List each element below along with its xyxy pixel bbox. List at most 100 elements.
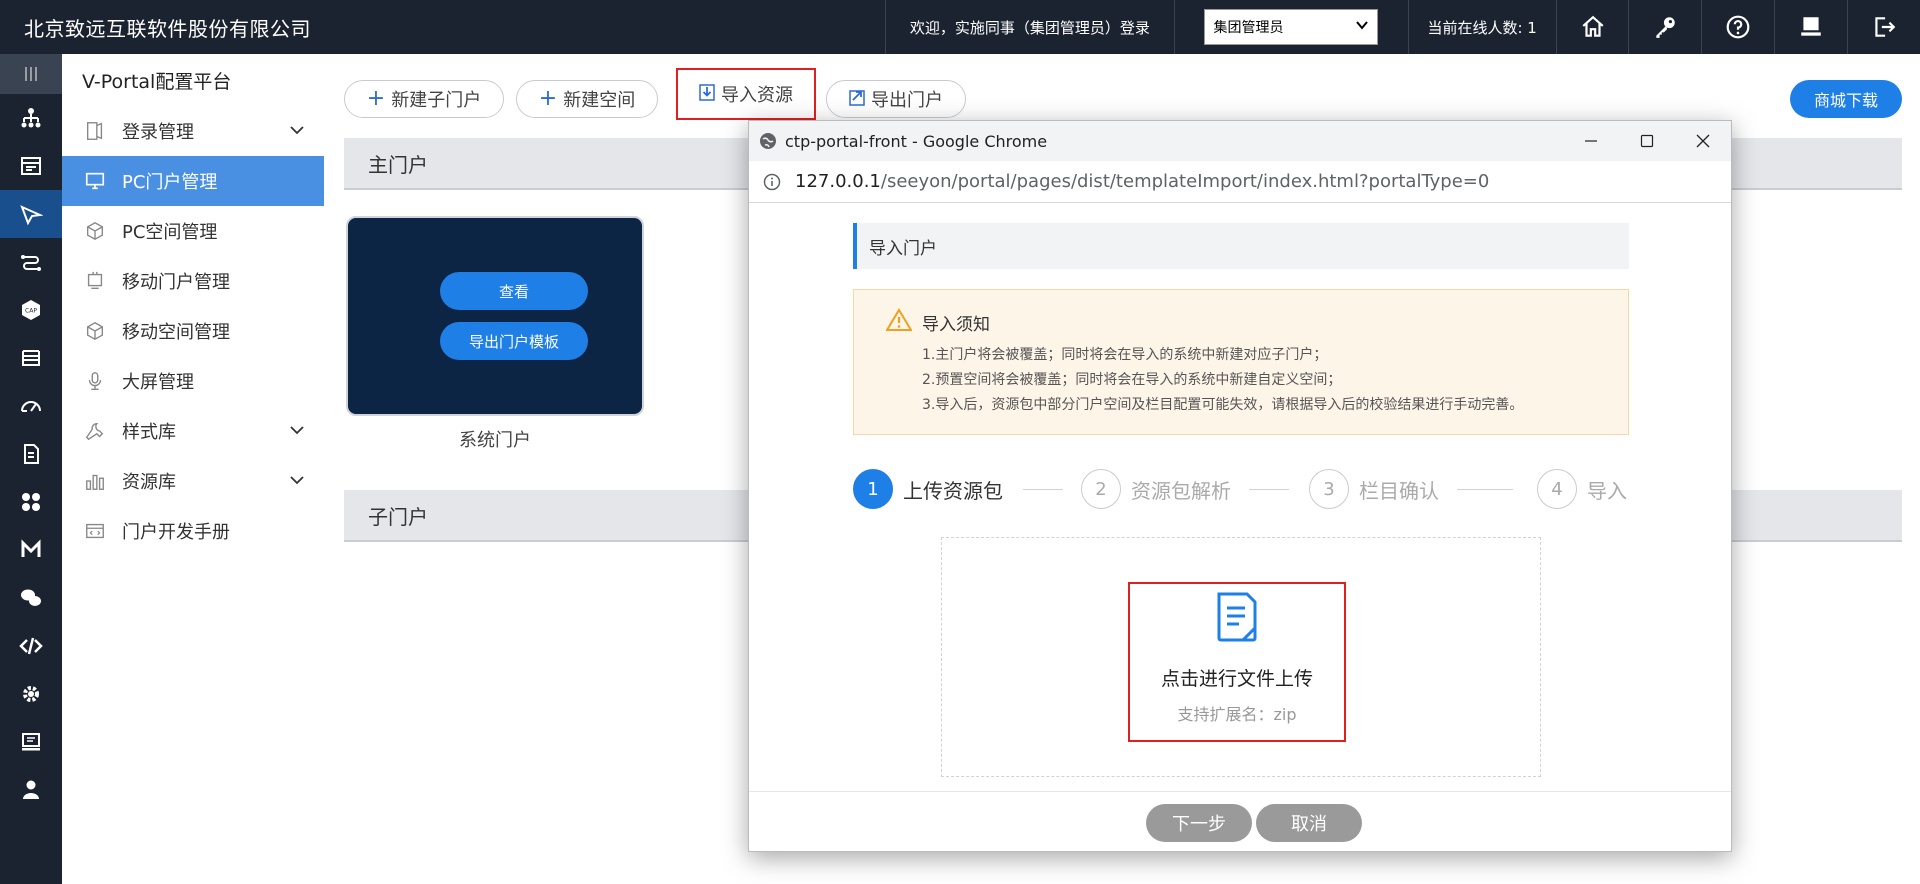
sidebar-item-label: 资源库 xyxy=(122,472,176,493)
sidebar-item-mobile-space[interactable]: 移动空间管理 xyxy=(62,306,324,356)
bar-chart-icon xyxy=(82,468,108,494)
dialog-footer: 下一步 取消 xyxy=(749,791,1731,851)
code-window-icon xyxy=(82,518,108,544)
store-download-button[interactable]: 商城下载 xyxy=(1790,80,1902,118)
sidebar-item-label: PC空间管理 xyxy=(122,222,218,243)
url-path: /seeyon/portal/pages/dist/templateImport… xyxy=(880,171,1490,192)
rail-flow-button[interactable] xyxy=(0,238,62,286)
chevron-down-icon xyxy=(290,476,304,485)
desktop-button[interactable] xyxy=(1774,0,1847,54)
view-portal-button[interactable]: 查看 xyxy=(440,272,588,310)
system-portal-card[interactable]: 查看 导出门户模板 xyxy=(346,216,644,416)
plus-icon: + xyxy=(366,86,386,111)
rail-user-button[interactable] xyxy=(0,766,62,814)
sidebar-item-label: 移动门户管理 xyxy=(122,272,230,293)
sidebar-item-big-screen[interactable]: 大屏管理 xyxy=(62,356,324,406)
rail-screen-button[interactable] xyxy=(0,718,62,766)
export-portal-button[interactable]: 导出门户 xyxy=(826,80,966,118)
window-title-bar[interactable]: ctp-portal-front - Google Chrome xyxy=(749,121,1731,161)
url-host: 127.0.0.1 xyxy=(795,171,881,192)
step-connector xyxy=(1249,489,1289,490)
role-select[interactable]: 集团管理员 xyxy=(1204,9,1379,45)
import-steps: 1 上传资源包 2 资源包解析 3 栏目确认 4 导入 xyxy=(853,469,1629,509)
chevron-down-icon xyxy=(1355,18,1369,36)
minimize-button[interactable] xyxy=(1563,121,1619,161)
notice-line: 3.导入后，资源包中部分门户空间及栏目配置可能失效，请根据导入后的校验结果进行手… xyxy=(922,397,1524,413)
new-sub-portal-label: 新建子门户 xyxy=(391,90,482,111)
logout-button[interactable] xyxy=(1847,0,1920,54)
next-step-button[interactable]: 下一步 xyxy=(1146,804,1252,842)
upload-hint: 支持扩展名：zip xyxy=(1177,705,1297,724)
step-number: 3 xyxy=(1309,469,1349,509)
info-icon xyxy=(763,173,781,190)
sidebar-item-resource-library[interactable]: 资源库 xyxy=(62,456,324,506)
rail-portal-button[interactable] xyxy=(0,190,62,238)
upload-drop-area[interactable]: 点击进行文件上传 支持扩展名：zip xyxy=(941,537,1541,777)
new-space-label: 新建空间 xyxy=(563,90,636,111)
rail-dashboard-button[interactable] xyxy=(0,382,62,430)
new-space-button[interactable]: + 新建空间 xyxy=(516,80,658,118)
rail-code-button[interactable] xyxy=(0,622,62,670)
key-button[interactable] xyxy=(1628,0,1701,54)
collapse-menu-button[interactable] xyxy=(0,54,62,94)
sidebar-item-login-management[interactable]: 登录管理 xyxy=(62,106,324,156)
key-icon xyxy=(1656,17,1676,38)
sidebar-item-pc-space[interactable]: PC空间管理 xyxy=(62,206,324,256)
address-bar[interactable]: 127.0.0.1/seeyon/portal/pages/dist/templ… xyxy=(749,161,1731,203)
wrench-icon xyxy=(82,418,108,444)
sidebar-item-pc-portal[interactable]: PC门户管理 xyxy=(62,156,324,206)
import-resource-button[interactable]: 导入资源 xyxy=(676,68,816,120)
dialog-body: 导入门户 导入须知 1.主门户将会被覆盖；同时将会在导入的系统中新建对应子门户；… xyxy=(749,203,1731,803)
cancel-button[interactable]: 取消 xyxy=(1256,804,1362,842)
sidebar-item-dev-manual[interactable]: 门户开发手册 xyxy=(62,506,324,556)
maximize-button[interactable] xyxy=(1619,121,1675,161)
file-upload-button[interactable]: 点击进行文件上传 支持扩展名：zip xyxy=(1128,582,1346,742)
export-portal-template-button[interactable]: 导出门户模板 xyxy=(440,322,588,360)
export-icon xyxy=(849,88,865,111)
step-connector xyxy=(1023,489,1063,490)
rail-cap-button[interactable]: CAP xyxy=(0,286,62,334)
new-sub-portal-button[interactable]: + 新建子门户 xyxy=(344,80,504,118)
rail-org-button[interactable] xyxy=(0,94,62,142)
portal-name: 系统门户 xyxy=(459,430,531,451)
rail-apps-button[interactable] xyxy=(0,478,62,526)
sidebar-item-style-library[interactable]: 样式库 xyxy=(62,406,324,456)
import-portal-popup-window: ctp-portal-front - Google Chrome 127.0.0… xyxy=(748,120,1732,852)
close-window-button[interactable] xyxy=(1675,121,1731,161)
upload-title: 点击进行文件上传 xyxy=(1160,668,1313,690)
rail-m-button[interactable] xyxy=(0,526,62,574)
step-confirm-columns: 3 栏目确认 xyxy=(1309,469,1439,509)
icon-rail: CAP xyxy=(0,54,62,884)
rail-chat-button[interactable] xyxy=(0,574,62,622)
cap-icon: CAP xyxy=(22,300,40,320)
apps-icon xyxy=(22,493,40,511)
sidebar-item-mobile-portal[interactable]: 移动门户管理 xyxy=(62,256,324,306)
gauge-icon xyxy=(21,401,41,412)
top-bar: 北京致远互联软件股份有限公司 欢迎，实施同事（集团管理员）登录 集团管理员 当前… xyxy=(0,0,1920,54)
mobile-portal-icon xyxy=(82,268,108,294)
notice-line: 2.预置空间将会被覆盖；同时将会在导入的系统中新建自定义空间； xyxy=(922,372,1342,388)
rail-settings-button[interactable] xyxy=(0,670,62,718)
company-name: 北京致远互联软件股份有限公司 xyxy=(24,16,311,41)
role-select-wrap: 集团管理员 xyxy=(1174,0,1408,54)
sidebar-title: V-Portal配置平台 xyxy=(82,70,232,93)
rail-form-button[interactable] xyxy=(0,142,62,190)
role-select-value: 集团管理员 xyxy=(1213,20,1284,36)
import-icon xyxy=(699,83,715,106)
flow-icon xyxy=(21,255,41,271)
rail-database-button[interactable] xyxy=(0,334,62,382)
chevron-down-icon xyxy=(290,426,304,435)
step-label: 上传资源包 xyxy=(903,478,1003,503)
help-button[interactable] xyxy=(1701,0,1774,54)
org-chart-icon xyxy=(21,108,41,128)
step-label: 栏目确认 xyxy=(1359,478,1439,503)
rail-document-button[interactable] xyxy=(0,430,62,478)
step-label: 导入 xyxy=(1587,478,1627,503)
gear-icon xyxy=(23,686,39,702)
monitor-icon xyxy=(1801,17,1821,36)
globe-icon xyxy=(760,133,776,149)
sidebar-item-label: 移动空间管理 xyxy=(122,322,230,343)
login-page-icon xyxy=(82,118,108,144)
notice-title: 导入须知 xyxy=(922,315,990,335)
home-button[interactable] xyxy=(1555,0,1629,54)
